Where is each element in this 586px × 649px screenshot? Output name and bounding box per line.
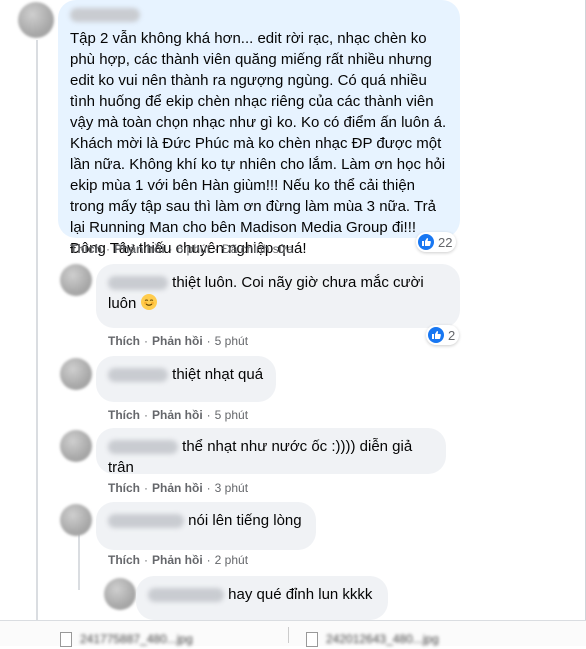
avatar[interactable] xyxy=(18,2,54,38)
comment-bubble: hay qué đỉnh lun kkkk xyxy=(136,576,388,620)
commenter-name[interactable] xyxy=(108,276,168,291)
like-button[interactable]: Thích xyxy=(108,553,140,567)
avatar[interactable] xyxy=(60,430,92,462)
comment-text: hay qué đỉnh lun kkkk xyxy=(228,586,373,603)
reply-button[interactable]: Phản hồi xyxy=(152,553,203,567)
relieved-face-emoji xyxy=(140,294,157,310)
comment-thread: Tập 2 vẫn không khá hơn... edit rời rạc,… xyxy=(0,0,586,620)
comment-bubble: Tập 2 vẫn không khá hơn... edit rời rạc,… xyxy=(58,0,460,257)
comment-bubble: nói lên tiếng lòng xyxy=(96,502,316,550)
like-button[interactable]: Thích xyxy=(108,408,140,422)
like-button[interactable]: Thích xyxy=(108,481,140,495)
commenter-name[interactable] xyxy=(108,440,178,455)
timestamp[interactable]: 2 phút xyxy=(215,553,248,567)
file-icon xyxy=(306,631,318,647)
reply-button[interactable]: Phản hồi xyxy=(152,481,203,495)
like-reaction-icon xyxy=(428,327,444,343)
comment-text: thiệt nhạt quá xyxy=(172,366,264,383)
comment-actions: Thích · Phản hồi · 2 phút xyxy=(108,553,249,567)
avatar[interactable] xyxy=(60,264,92,296)
reply-button[interactable]: Phản hồi xyxy=(152,408,203,422)
commenter-name[interactable] xyxy=(108,368,168,383)
downloads-bar: 241775887_480...jpg 242012643_480...jpg xyxy=(0,620,586,649)
avatar[interactable] xyxy=(60,504,92,536)
reaction-count[interactable]: 22 xyxy=(416,232,457,252)
divider xyxy=(288,627,289,643)
comment-actions: Thích · Phản hồi · 5 phút xyxy=(108,334,249,348)
reply-button[interactable]: Phản hồi xyxy=(152,334,203,348)
comment-bubble: thiệt nhạt quá xyxy=(96,356,276,402)
timestamp[interactable]: 6 phút xyxy=(177,242,210,256)
comment-actions: Thích · Phản hồi · 5 phút xyxy=(108,408,249,422)
timestamp[interactable]: 5 phút xyxy=(215,408,248,422)
avatar[interactable] xyxy=(60,358,92,390)
reply-button[interactable]: Phản hồi xyxy=(114,242,165,256)
comment-actions: Thích · Phản hồi · 3 phút xyxy=(108,481,249,495)
thread-connector xyxy=(36,40,38,620)
comment-bubble: thiệt luôn. Coi nãy giờ chưa mắc cười lu… xyxy=(96,264,460,328)
download-item[interactable]: 242012643_480...jpg xyxy=(306,629,439,649)
timestamp[interactable]: 5 phút xyxy=(215,334,248,348)
edited-label[interactable]: Đã chỉnh sửa xyxy=(222,242,293,256)
comment-text: nói lên tiếng lòng xyxy=(188,512,302,529)
like-reaction-icon xyxy=(418,234,434,250)
comment-actions: Thích · Phản hồi · 6 phút · Đã chỉnh sửa xyxy=(70,242,294,256)
commenter-name[interactable] xyxy=(70,8,140,23)
download-item[interactable]: 241775887_480...jpg xyxy=(60,629,193,649)
comment-text: Tập 2 vẫn không khá hơn... edit rời rạc,… xyxy=(70,30,447,257)
comment-bubble: thể nhạt như nước ốc :)))) diễn giả trân xyxy=(96,428,446,476)
like-button[interactable]: Thích xyxy=(70,242,102,256)
commenter-name[interactable] xyxy=(148,588,224,603)
avatar[interactable] xyxy=(104,578,136,610)
timestamp[interactable]: 3 phút xyxy=(215,481,248,495)
reaction-count[interactable]: 2 xyxy=(426,325,460,345)
commenter-name[interactable] xyxy=(108,514,184,529)
like-button[interactable]: Thích xyxy=(108,334,140,348)
file-icon xyxy=(60,631,72,647)
